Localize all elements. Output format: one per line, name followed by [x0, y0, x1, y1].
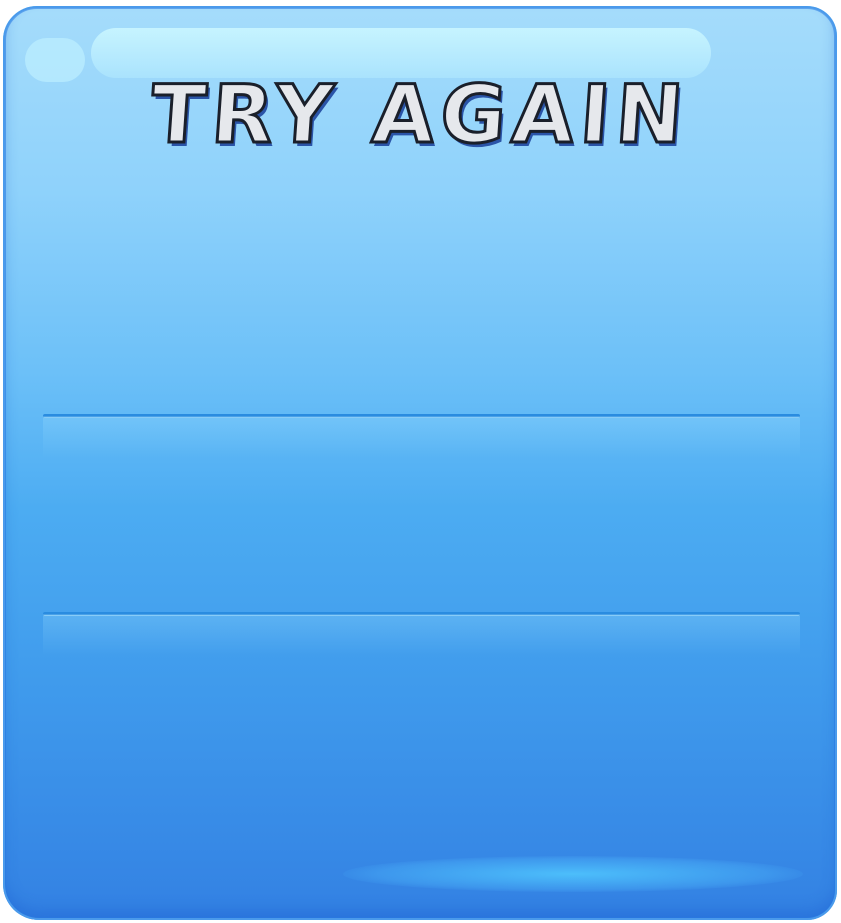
dialog-title: TRY AGAIN	[146, 67, 693, 163]
panel-gloss-highlight-bottom	[343, 856, 803, 892]
try-again-dialog-panel: TRY AGAIN	[3, 6, 837, 920]
divider-lower-glow	[43, 616, 800, 656]
divider-upper-glow	[43, 418, 800, 458]
